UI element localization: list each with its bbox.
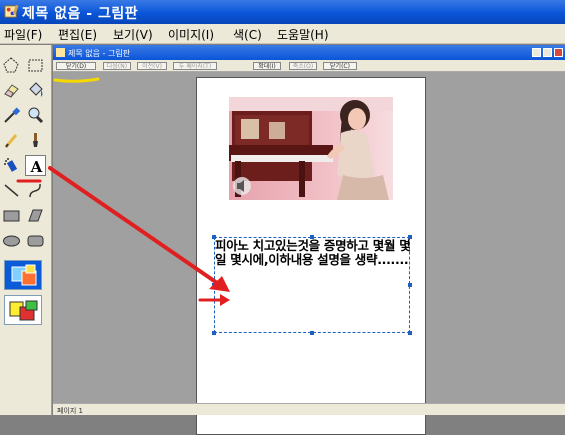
embedded-btn-prev: 이전(V) (137, 62, 167, 70)
embedded-close-icon (554, 48, 563, 57)
canvas-area[interactable]: 제목 없음 - 그림판 닫기(D) 다음(N) 이전(V) 두 페이지(T) 확… (53, 45, 565, 435)
eraser-icon[interactable] (1, 80, 22, 101)
resize-handle[interactable] (310, 331, 314, 335)
svg-text:A: A (30, 158, 43, 176)
fill-bucket-icon[interactable] (25, 80, 46, 101)
embedded-max-icon (543, 48, 552, 57)
menu-view[interactable]: 보기(V) (113, 26, 153, 43)
piano-photo (229, 97, 393, 200)
curve-icon[interactable] (25, 180, 46, 201)
polygon-icon[interactable] (25, 205, 46, 226)
rounded-rect-icon[interactable] (25, 230, 46, 251)
title-bar: 제목 없음 - 그림판 (0, 0, 565, 24)
line-icon[interactable] (1, 180, 22, 201)
magnifier-icon[interactable] (25, 105, 46, 126)
embedded-btn-close: 닫기(C) (323, 62, 357, 70)
embedded-btn-zoom-out: 축소(O) (289, 62, 317, 70)
toolbox: A (0, 45, 52, 415)
resize-handle[interactable] (212, 283, 216, 287)
paint-app-icon (4, 4, 19, 18)
color-picker-icon[interactable] (1, 105, 22, 126)
status-bar: 페이지 1 (53, 403, 565, 415)
menu-color[interactable]: 색(C) (233, 26, 262, 43)
rectangle-icon[interactable] (1, 205, 22, 226)
embedded-min-icon (532, 48, 541, 57)
menu-file[interactable]: 파일(F) (4, 26, 42, 43)
embedded-app-icon (56, 48, 65, 57)
ellipse-icon[interactable] (1, 230, 22, 251)
airbrush-icon[interactable] (1, 155, 22, 176)
embedded-window-title: 제목 없음 - 그림판 (68, 49, 131, 58)
menu-image[interactable]: 이미지(I) (168, 26, 214, 43)
menu-bar: 파일(F) 편집(E) 보기(V) 이미지(I) 색(C) 도움말(H) (0, 24, 565, 44)
text-tool-icon[interactable]: A (25, 155, 46, 176)
embedded-btn-zoom-in: 확대(I) (253, 62, 281, 70)
menu-help[interactable]: 도움말(H) (277, 26, 329, 43)
typed-text[interactable]: 피아노 치고있는것을 증명하고 몇월 몇일 몇시에,이하내용 설명을 생략...… (215, 239, 411, 267)
free-select-icon[interactable] (1, 55, 22, 76)
brush-icon[interactable] (25, 130, 46, 151)
resize-handle[interactable] (408, 283, 412, 287)
fill-style-alt-icon (9, 300, 38, 321)
fill-option-selected[interactable] (4, 260, 42, 290)
fill-style-icon (11, 264, 37, 286)
fill-option[interactable] (4, 295, 42, 325)
embedded-toolbar: 닫기(D) 다음(N) 이전(V) 두 페이지(T) 확대(I) 축소(O) 닫… (53, 60, 565, 72)
embedded-title-bar: 제목 없음 - 그림판 (53, 45, 565, 60)
pencil-icon[interactable] (1, 130, 22, 151)
resize-handle[interactable] (212, 331, 216, 335)
embedded-btn-two-page: 두 페이지(T) (173, 62, 217, 70)
resize-handle[interactable] (408, 331, 412, 335)
embedded-btn-next: 다음(N) (103, 62, 131, 70)
embedded-btn-print: 닫기(D) (56, 62, 96, 70)
rect-select-icon[interactable] (25, 55, 46, 76)
window-title: 제목 없음 - 그림판 (22, 6, 139, 22)
menu-edit[interactable]: 편집(E) (58, 26, 97, 43)
